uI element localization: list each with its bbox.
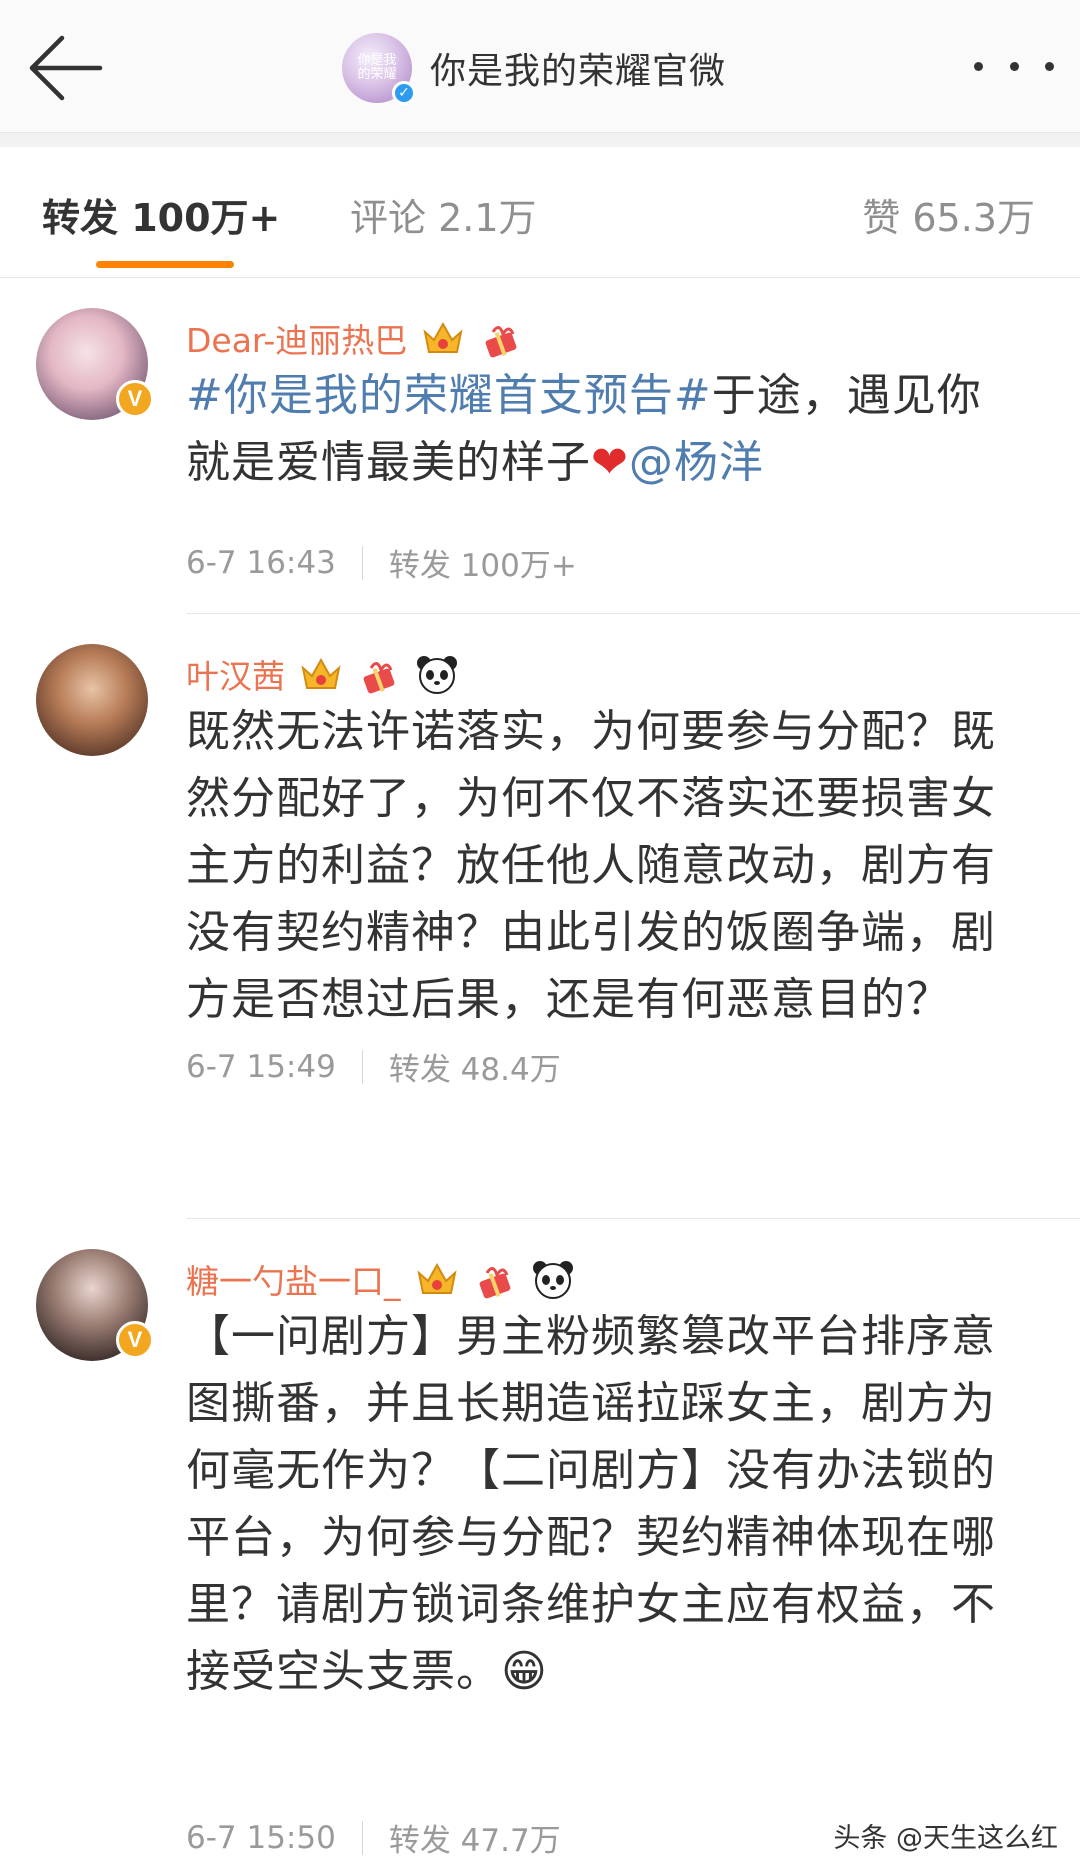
post-time: 6-7 15:49 bbox=[186, 1048, 336, 1085]
crown-icon bbox=[301, 657, 341, 689]
meta-separator bbox=[361, 1049, 363, 1084]
section-gap bbox=[0, 133, 1080, 147]
source-watermark: 头条 @天生这么红 bbox=[833, 1823, 1058, 1854]
repost-item: 叶汉茜 既然无法许诺落实，为何要参与分配？既然分配好了，为何不仅不落实还要损害女… bbox=[0, 614, 1080, 1219]
user-avatar[interactable]: V bbox=[36, 308, 154, 420]
username[interactable]: 糖一勺盐一口_ bbox=[186, 1255, 401, 1303]
gift-icon bbox=[485, 326, 517, 358]
repost-item: V Dear-迪丽热巴 #你是我的荣耀首支预告#于途，遇见你就是爱情最美的样子❤… bbox=[0, 278, 1080, 614]
post-text: 既然无法许诺落实，为何要参与分配？既然分配好了，为何不仅不落实还要损害女主方的利… bbox=[186, 706, 996, 1025]
tab-comment[interactable]: 评论 2.1万 bbox=[350, 187, 537, 242]
user-avatar[interactable]: V bbox=[36, 1249, 154, 1361]
gift-icon bbox=[363, 662, 395, 694]
vip-verified-icon: V bbox=[116, 380, 154, 418]
mention-link[interactable]: @杨洋 bbox=[629, 437, 764, 488]
username[interactable]: Dear-迪丽热巴 bbox=[186, 314, 407, 362]
account-avatar[interactable]: 你是我的荣耀 ✓ bbox=[342, 33, 416, 105]
user-header: Dear-迪丽热巴 bbox=[186, 314, 523, 362]
account-header[interactable]: 你是我的荣耀 ✓ 你是我的荣耀官微 bbox=[342, 30, 726, 106]
user-header: 糖一勺盐一口_ bbox=[186, 1255, 575, 1303]
avatar-logo-text: 你是我的荣耀 bbox=[357, 53, 397, 82]
post-meta: 6-7 16:43 转发 100万+ bbox=[186, 540, 577, 585]
crown-icon bbox=[423, 321, 463, 353]
post-text: #你是我的荣耀首支预告#于途，遇见你就是爱情最美的样子❤@杨洋 bbox=[186, 362, 1016, 496]
post-time: 6-7 15:50 bbox=[186, 1819, 336, 1856]
tab-like[interactable]: 赞 65.3万 bbox=[862, 187, 1035, 242]
engagement-tabs: 转发 100万+ 评论 2.1万 赞 65.3万 bbox=[0, 147, 1080, 278]
topic-link[interactable]: #你是我的荣耀首支预告# bbox=[186, 370, 712, 421]
grin-emoji: 😁 bbox=[501, 1646, 548, 1697]
panda-icon bbox=[417, 656, 457, 694]
meta-separator bbox=[361, 1820, 363, 1855]
heart-emoji: ❤ bbox=[591, 437, 629, 488]
user-avatar[interactable] bbox=[36, 644, 148, 756]
crown-icon bbox=[416, 1262, 457, 1294]
panda-icon bbox=[532, 1261, 573, 1299]
gift-icon bbox=[479, 1267, 510, 1299]
verified-icon: ✓ bbox=[392, 81, 416, 105]
repost-item: V 糖一勺盐一口_ 【一问剧方】男主粉频繁篡改平台排序意图撕番，并且长期造谣拉踩… bbox=[0, 1219, 1080, 1873]
repost-count[interactable]: 转发 100万+ bbox=[389, 540, 577, 585]
back-arrow-icon[interactable] bbox=[26, 30, 106, 106]
post-meta: 6-7 15:49 转发 48.4万 bbox=[186, 1044, 561, 1089]
post-text: 【一问剧方】男主粉频繁篡改平台排序意图撕番，并且长期造谣拉踩女主，剧方为何毫无作… bbox=[186, 1303, 1016, 1705]
active-tab-indicator bbox=[96, 261, 234, 268]
repost-count[interactable]: 转发 47.7万 bbox=[389, 1815, 561, 1860]
more-options-icon[interactable] bbox=[974, 48, 1054, 84]
page-title: 你是我的荣耀官微 bbox=[430, 51, 727, 92]
username[interactable]: 叶汉茜 bbox=[186, 650, 285, 698]
post-meta: 6-7 15:50 转发 47.7万 bbox=[186, 1815, 561, 1860]
post-body: 【一问剧方】男主粉频繁篡改平台排序意图撕番，并且长期造谣拉踩女主，剧方为何毫无作… bbox=[186, 1311, 996, 1697]
top-nav-bar: 你是我的荣耀 ✓ 你是我的荣耀官微 bbox=[0, 0, 1080, 133]
post-time: 6-7 16:43 bbox=[186, 544, 336, 581]
vip-verified-icon: V bbox=[116, 1321, 154, 1359]
user-header: 叶汉茜 bbox=[186, 650, 459, 698]
meta-separator bbox=[361, 545, 363, 580]
repost-count[interactable]: 转发 48.4万 bbox=[389, 1044, 561, 1089]
tab-repost[interactable]: 转发 100万+ bbox=[42, 187, 280, 242]
